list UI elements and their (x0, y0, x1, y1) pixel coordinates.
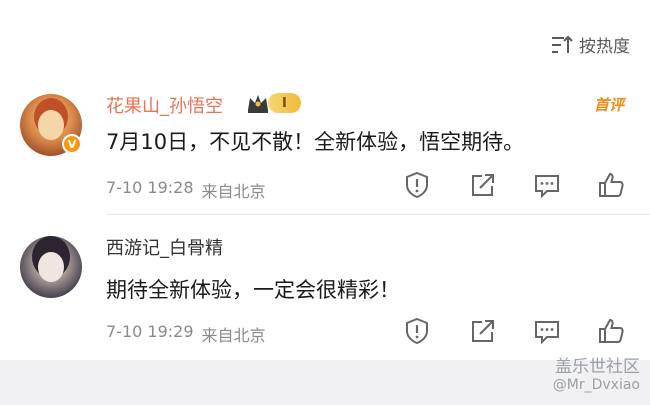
like-icon[interactable] (596, 170, 626, 200)
crown-icon (246, 92, 270, 114)
watermark-user: @Mr_Dvxiao (552, 377, 640, 393)
watermark: 盖乐世社区 @Mr_Dvxiao (553, 352, 640, 393)
like-icon[interactable] (596, 316, 626, 346)
rank-level: I (268, 93, 301, 113)
comment-icon[interactable] (532, 316, 562, 346)
avatar[interactable] (20, 236, 82, 298)
rank-badge: I (246, 92, 301, 114)
comment-location: 来自北京 (201, 182, 266, 201)
sort-icon (551, 35, 573, 55)
comment-location: 来自北京 (201, 326, 266, 345)
watermark-brand: 盖乐世社区 (555, 357, 640, 377)
divider (106, 214, 650, 215)
comment-actions (402, 316, 632, 348)
comment-meta: 7-10 19:29 来自北京 (106, 322, 266, 346)
report-icon[interactable] (402, 170, 432, 200)
verified-badge: V (62, 134, 82, 154)
comment-text: 期待全新体验，一定会很精彩！ (106, 278, 400, 302)
comment-item: 西游记_白骨精 期待全新体验，一定会很精彩！ 7-10 19:29 来自北京 (0, 232, 650, 352)
comment-date: 7-10 19:28 (106, 178, 194, 197)
comment-meta: 7-10 19:28 来自北京 (106, 178, 266, 202)
sort-by-hot-button[interactable]: 按热度 (551, 32, 630, 57)
share-icon[interactable] (468, 316, 498, 346)
comment-text: 7月10日，不见不散！全新体验，悟空期待。 (106, 130, 525, 154)
comment-date: 7-10 19:29 (106, 322, 194, 341)
username[interactable]: 花果山_孙悟空 (106, 92, 223, 118)
report-icon[interactable] (402, 316, 432, 346)
username[interactable]: 西游记_白骨精 (106, 234, 223, 260)
comment-actions (402, 170, 632, 202)
comment-icon[interactable] (532, 170, 562, 200)
comment-item: V 花果山_孙悟空 I 首评 7月10日，不见不散！全新体验，悟空期待。 7-1… (0, 90, 650, 215)
share-icon[interactable] (468, 170, 498, 200)
sort-label: 按热度 (579, 37, 630, 57)
first-comment-tag: 首评 (593, 96, 624, 114)
